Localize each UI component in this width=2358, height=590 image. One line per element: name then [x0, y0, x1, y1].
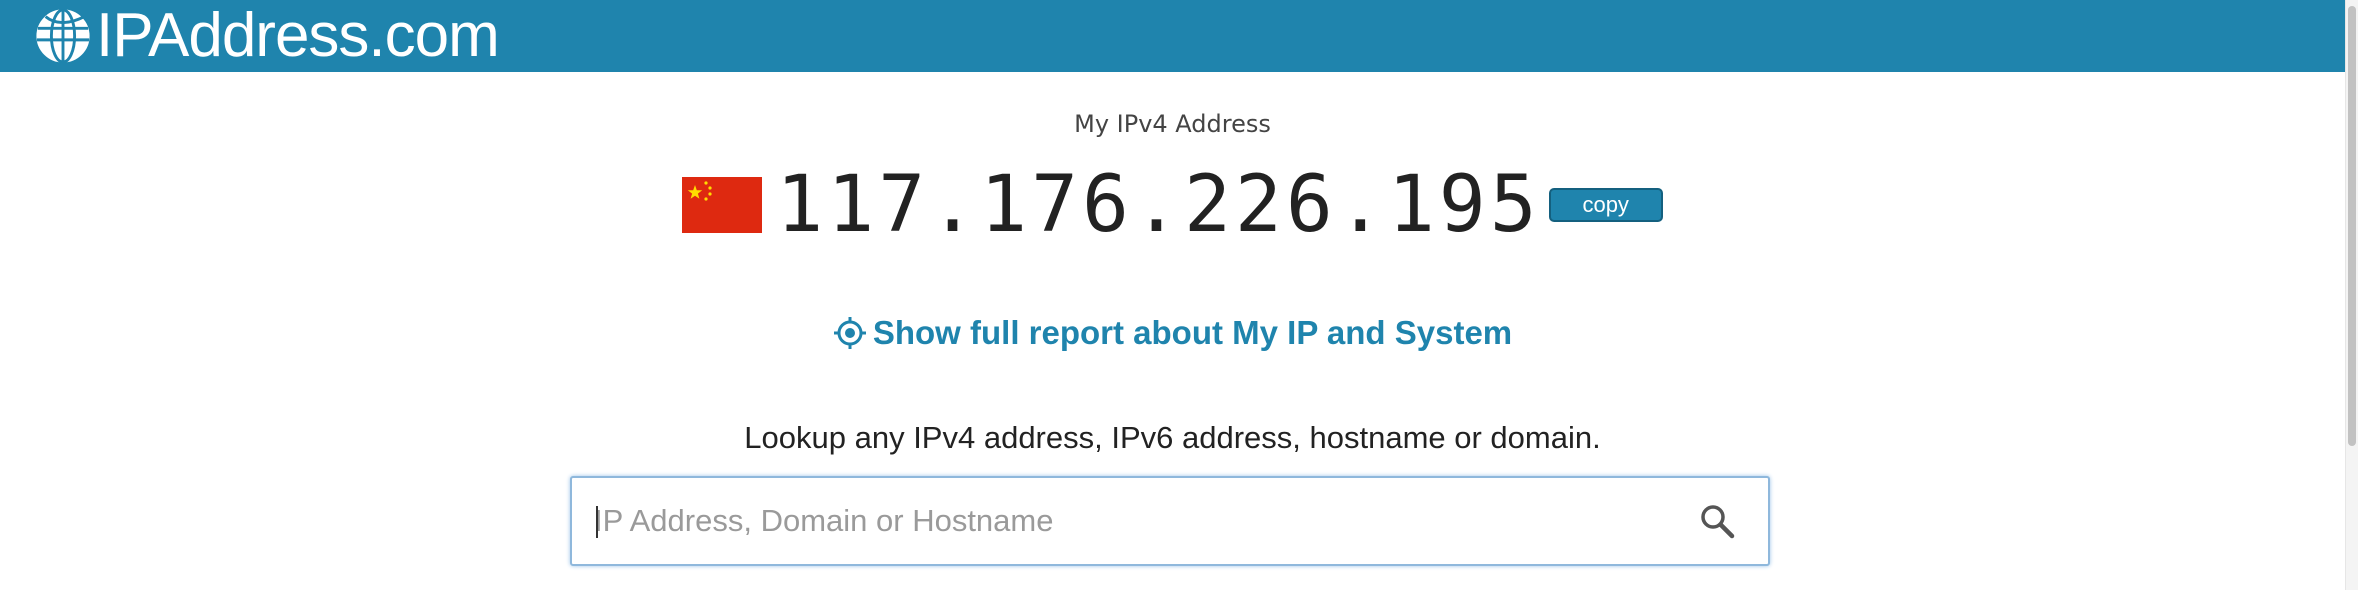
lookup-search-box	[570, 476, 1770, 566]
copy-button[interactable]: copy	[1548, 188, 1663, 222]
lookup-prompt: Lookup any IPv4 address, IPv6 address, h…	[744, 420, 1601, 455]
site-logo-text: IPAddress.com	[96, 1, 500, 70]
ip-heading: My IPv4 Address	[1074, 110, 1271, 138]
page: IPAddress.com My IPv4 Address 117.176.22…	[0, 0, 2358, 590]
full-report-label: Show full report about My IP and System	[872, 314, 1513, 351]
header-bar: IPAddress.com	[0, 0, 2345, 72]
page-scrollbar[interactable]	[2345, 0, 2358, 590]
ip-display-row: 117.176.226.195 copy	[0, 160, 2345, 250]
target-icon	[833, 317, 866, 349]
ip-address-value: 117.176.226.195	[776, 160, 1541, 250]
china-flag-icon	[682, 177, 763, 233]
site-logo-link[interactable]: IPAddress.com	[34, 0, 500, 72]
lookup-search-input[interactable]	[594, 478, 1674, 564]
text-caret	[596, 506, 598, 538]
scrollbar-thumb[interactable]	[2348, 6, 2356, 446]
globe-logo-icon	[35, 8, 91, 64]
search-icon[interactable]	[1698, 502, 1736, 540]
full-report-link[interactable]: Show full report about My IP and System	[0, 314, 2345, 352]
